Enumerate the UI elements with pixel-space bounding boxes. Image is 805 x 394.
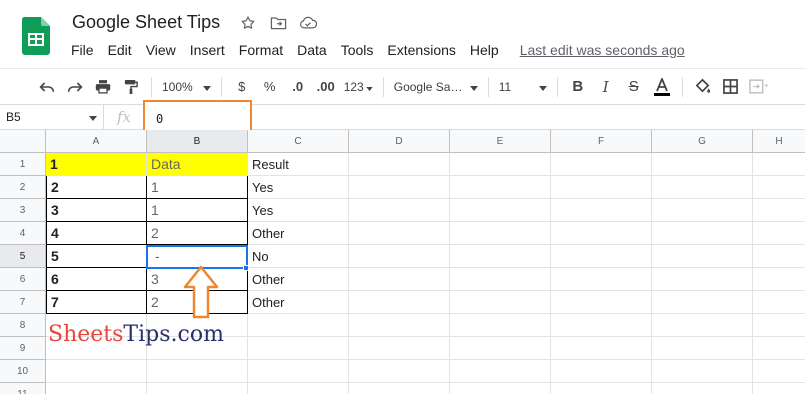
currency-format-button[interactable]: $ — [231, 75, 253, 99]
cloud-status-icon[interactable] — [298, 13, 318, 33]
chevron-down-icon — [366, 80, 373, 94]
row-header-9[interactable]: 9 — [0, 337, 46, 360]
menu-view[interactable]: View — [139, 40, 183, 60]
cell-a7[interactable]: 7 — [46, 291, 147, 314]
menu-tools[interactable]: Tools — [334, 40, 381, 60]
fx-icon: fx — [116, 108, 131, 126]
row-header-1[interactable]: 1 — [0, 153, 46, 176]
cell-a5[interactable]: 5 — [46, 245, 147, 268]
cell-a2[interactable]: 2 — [46, 176, 147, 199]
zoom-select[interactable]: 100% — [158, 80, 215, 94]
row-header-2[interactable]: 2 — [0, 176, 46, 199]
select-all-corner[interactable] — [0, 130, 46, 153]
redo-icon[interactable] — [64, 75, 86, 99]
cell-b4[interactable]: 2 — [147, 222, 248, 245]
chevron-down-icon — [538, 80, 547, 94]
column-header-a[interactable]: A — [46, 130, 147, 153]
paint-format-icon[interactable] — [120, 75, 142, 99]
row-header-4[interactable]: 4 — [0, 222, 46, 245]
menu-bar: File Edit View Insert Format Data Tools … — [64, 40, 685, 60]
cell-a6[interactable]: 6 — [46, 268, 147, 291]
menu-insert[interactable]: Insert — [183, 40, 232, 60]
menu-format[interactable]: Format — [232, 40, 290, 60]
toolbar-divider — [556, 76, 558, 97]
row-header-7[interactable]: 7 — [0, 291, 46, 314]
watermark-part-1: Sheets — [48, 322, 124, 347]
undo-icon[interactable] — [36, 75, 58, 99]
bold-icon[interactable]: B — [567, 75, 589, 99]
cell-c5[interactable]: No — [248, 245, 349, 268]
chevron-down-icon — [469, 80, 478, 94]
cell-a3[interactable]: 3 — [46, 199, 147, 222]
row-header-11[interactable]: 11 — [0, 383, 46, 394]
toolbar-divider — [220, 76, 222, 97]
fill-color-icon[interactable] — [692, 75, 714, 99]
cell-c4[interactable]: Other — [248, 222, 349, 245]
column-header-f[interactable]: F — [551, 130, 652, 153]
row-header-8[interactable]: 8 — [0, 314, 46, 337]
column-header-g[interactable]: G — [652, 130, 753, 153]
cell-c3[interactable]: Yes — [248, 199, 349, 222]
cell-c7[interactable]: Other — [248, 291, 349, 314]
sheets-logo-icon[interactable] — [21, 17, 50, 55]
font-size-select[interactable]: 11 — [495, 80, 551, 94]
toolbar-divider — [151, 76, 152, 97]
increase-decimal-button[interactable]: .00 — [315, 75, 337, 99]
font-size-value: 11 — [498, 79, 512, 94]
zoom-value: 100% — [162, 79, 193, 94]
chevron-down-icon — [89, 110, 97, 124]
italic-icon[interactable]: I — [595, 75, 617, 99]
up-arrow-annotation-icon — [183, 265, 219, 319]
cell-c1[interactable]: Result — [248, 153, 349, 176]
percent-format-button[interactable]: % — [259, 75, 281, 99]
star-icon[interactable] — [238, 13, 258, 33]
column-header-h[interactable]: H — [753, 130, 805, 153]
column-header-d[interactable]: D — [349, 130, 450, 153]
cell-a1[interactable]: 1 — [46, 153, 147, 176]
sheetstips-watermark: SheetsTips.com — [48, 322, 224, 347]
toolbar-divider — [487, 76, 489, 97]
name-box-value: B5 — [6, 110, 21, 124]
more-formats-select[interactable]: 123 — [340, 80, 377, 94]
row-header-6[interactable]: 6 — [0, 268, 46, 291]
document-title[interactable]: Google Sheet Tips — [72, 12, 220, 33]
font-family-select[interactable]: Google Sa… — [390, 80, 482, 94]
decrease-decimal-button[interactable]: .0 — [287, 75, 309, 99]
cell-b2[interactable]: 1 — [147, 176, 248, 199]
merge-cells-icon — [748, 75, 770, 99]
move-to-folder-icon[interactable] — [268, 13, 288, 33]
formula-bar: B5 fx — [0, 104, 805, 130]
cell-a4[interactable]: 4 — [46, 222, 147, 245]
watermark-part-3: .com — [170, 322, 224, 347]
last-edit-link[interactable]: Last edit was seconds ago — [520, 42, 685, 58]
font-family-value: Google Sa… — [393, 79, 463, 94]
row-header-5[interactable]: 5 — [0, 245, 46, 268]
menu-data[interactable]: Data — [290, 40, 334, 60]
column-header-e[interactable]: E — [450, 130, 551, 153]
strikethrough-icon[interactable]: S — [623, 75, 645, 99]
fill-handle[interactable] — [243, 265, 249, 271]
cell-b1[interactable]: Data — [147, 153, 248, 176]
column-header-c[interactable]: C — [248, 130, 349, 153]
menu-edit[interactable]: Edit — [101, 40, 139, 60]
borders-icon[interactable] — [720, 75, 742, 99]
toolbar: 100% $ % .0 .00 123 Google Sa… 11 B I S — [0, 68, 805, 104]
toolbar-divider — [382, 76, 384, 97]
cell-b3[interactable]: 1 — [147, 199, 248, 222]
text-color-icon[interactable] — [651, 75, 673, 99]
cell-c6[interactable]: Other — [248, 268, 349, 291]
name-box[interactable]: B5 — [0, 105, 104, 129]
cell-c2[interactable]: Yes — [248, 176, 349, 199]
row-header-10[interactable]: 10 — [0, 360, 46, 383]
column-header-b[interactable]: B — [147, 130, 248, 153]
print-icon[interactable] — [92, 75, 114, 99]
menu-help[interactable]: Help — [463, 40, 506, 60]
toolbar-divider — [681, 76, 683, 97]
chevron-down-icon — [202, 80, 211, 94]
menu-file[interactable]: File — [64, 40, 101, 60]
row-header-3[interactable]: 3 — [0, 199, 46, 222]
watermark-part-2: Tips — [123, 322, 171, 347]
menu-extensions[interactable]: Extensions — [380, 40, 462, 60]
more-formats-label: 123 — [343, 79, 364, 94]
